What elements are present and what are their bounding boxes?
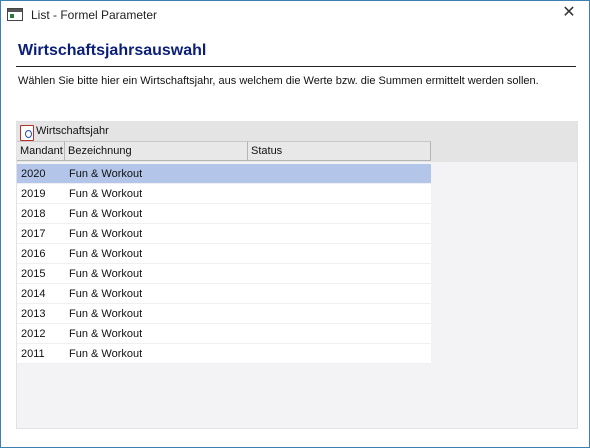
cell-mandant: 2015 <box>21 268 46 280</box>
cell-mandant: 2012 <box>21 328 46 340</box>
cell-mandant: 2017 <box>21 228 46 240</box>
cell-bezeichnung: Fun & Workout <box>69 248 143 260</box>
cell-bezeichnung: Fun & Workout <box>69 308 143 320</box>
grid-header: Wirtschaftsjahr Mandant Bezeichnung Stat… <box>17 122 577 162</box>
dialog-window: List - Formel Parameter ✕ Wirtschaftsjah… <box>0 0 590 448</box>
cell-mandant: 2016 <box>21 248 46 260</box>
fiscal-year-grid: Wirtschaftsjahr Mandant Bezeichnung Stat… <box>16 121 578 429</box>
page-title: Wirtschaftsjahrsauswahl <box>18 42 207 59</box>
cell-bezeichnung: Fun & Workout <box>69 288 143 300</box>
cell-mandant: 2011 <box>21 348 45 360</box>
table-row[interactable]: 2018 Fun & Workout <box>17 204 431 224</box>
cell-mandant: 2020 <box>21 168 46 180</box>
table-row[interactable]: 2016 Fun & Workout <box>17 244 431 264</box>
table-row[interactable]: 2013 Fun & Workout <box>17 304 431 324</box>
cell-bezeichnung: Fun & Workout <box>69 188 143 200</box>
fiscal-year-icon <box>20 125 34 141</box>
cell-mandant: 2019 <box>21 188 46 200</box>
cell-bezeichnung: Fun & Workout <box>69 348 143 360</box>
cell-bezeichnung: Fun & Workout <box>69 228 143 240</box>
column-header-mandant[interactable]: Mandant <box>17 141 65 161</box>
table-row[interactable]: 2017 Fun & Workout <box>17 224 431 244</box>
cell-bezeichnung: Fun & Workout <box>69 168 143 180</box>
description-text: Wählen Sie bitte hier ein Wirtschaftsjah… <box>18 75 539 87</box>
cell-mandant: 2013 <box>21 308 46 320</box>
close-icon[interactable]: ✕ <box>557 2 581 24</box>
table-row[interactable]: 2019 Fun & Workout <box>17 184 431 204</box>
title-bar[interactable]: List - Formel Parameter ✕ <box>1 1 589 29</box>
table-row[interactable]: 2015 Fun & Workout <box>17 264 431 284</box>
cell-mandant: 2014 <box>21 288 46 300</box>
cell-mandant: 2018 <box>21 208 46 220</box>
column-header-status[interactable]: Status <box>248 141 431 161</box>
grid-rows: 2020 Fun & Workout 2019 Fun & Workout 2018 Fu… <box>17 164 431 364</box>
window-title: List - Formel Parameter <box>31 8 158 22</box>
column-header-bezeichnung[interactable]: Bezeichnung <box>65 141 248 161</box>
cell-bezeichnung: Fun & Workout <box>69 208 143 220</box>
table-row[interactable]: 2011 Fun & Workout <box>17 344 431 364</box>
grid-group-label: Wirtschaftsjahr <box>36 125 109 137</box>
heading-divider <box>16 66 576 67</box>
table-row[interactable]: 2012 Fun & Workout <box>17 324 431 344</box>
cell-bezeichnung: Fun & Workout <box>69 268 143 280</box>
cell-bezeichnung: Fun & Workout <box>69 328 143 340</box>
table-row[interactable]: 2020 Fun & Workout <box>17 164 431 184</box>
table-row[interactable]: 2014 Fun & Workout <box>17 284 431 304</box>
app-window-icon <box>7 8 23 21</box>
